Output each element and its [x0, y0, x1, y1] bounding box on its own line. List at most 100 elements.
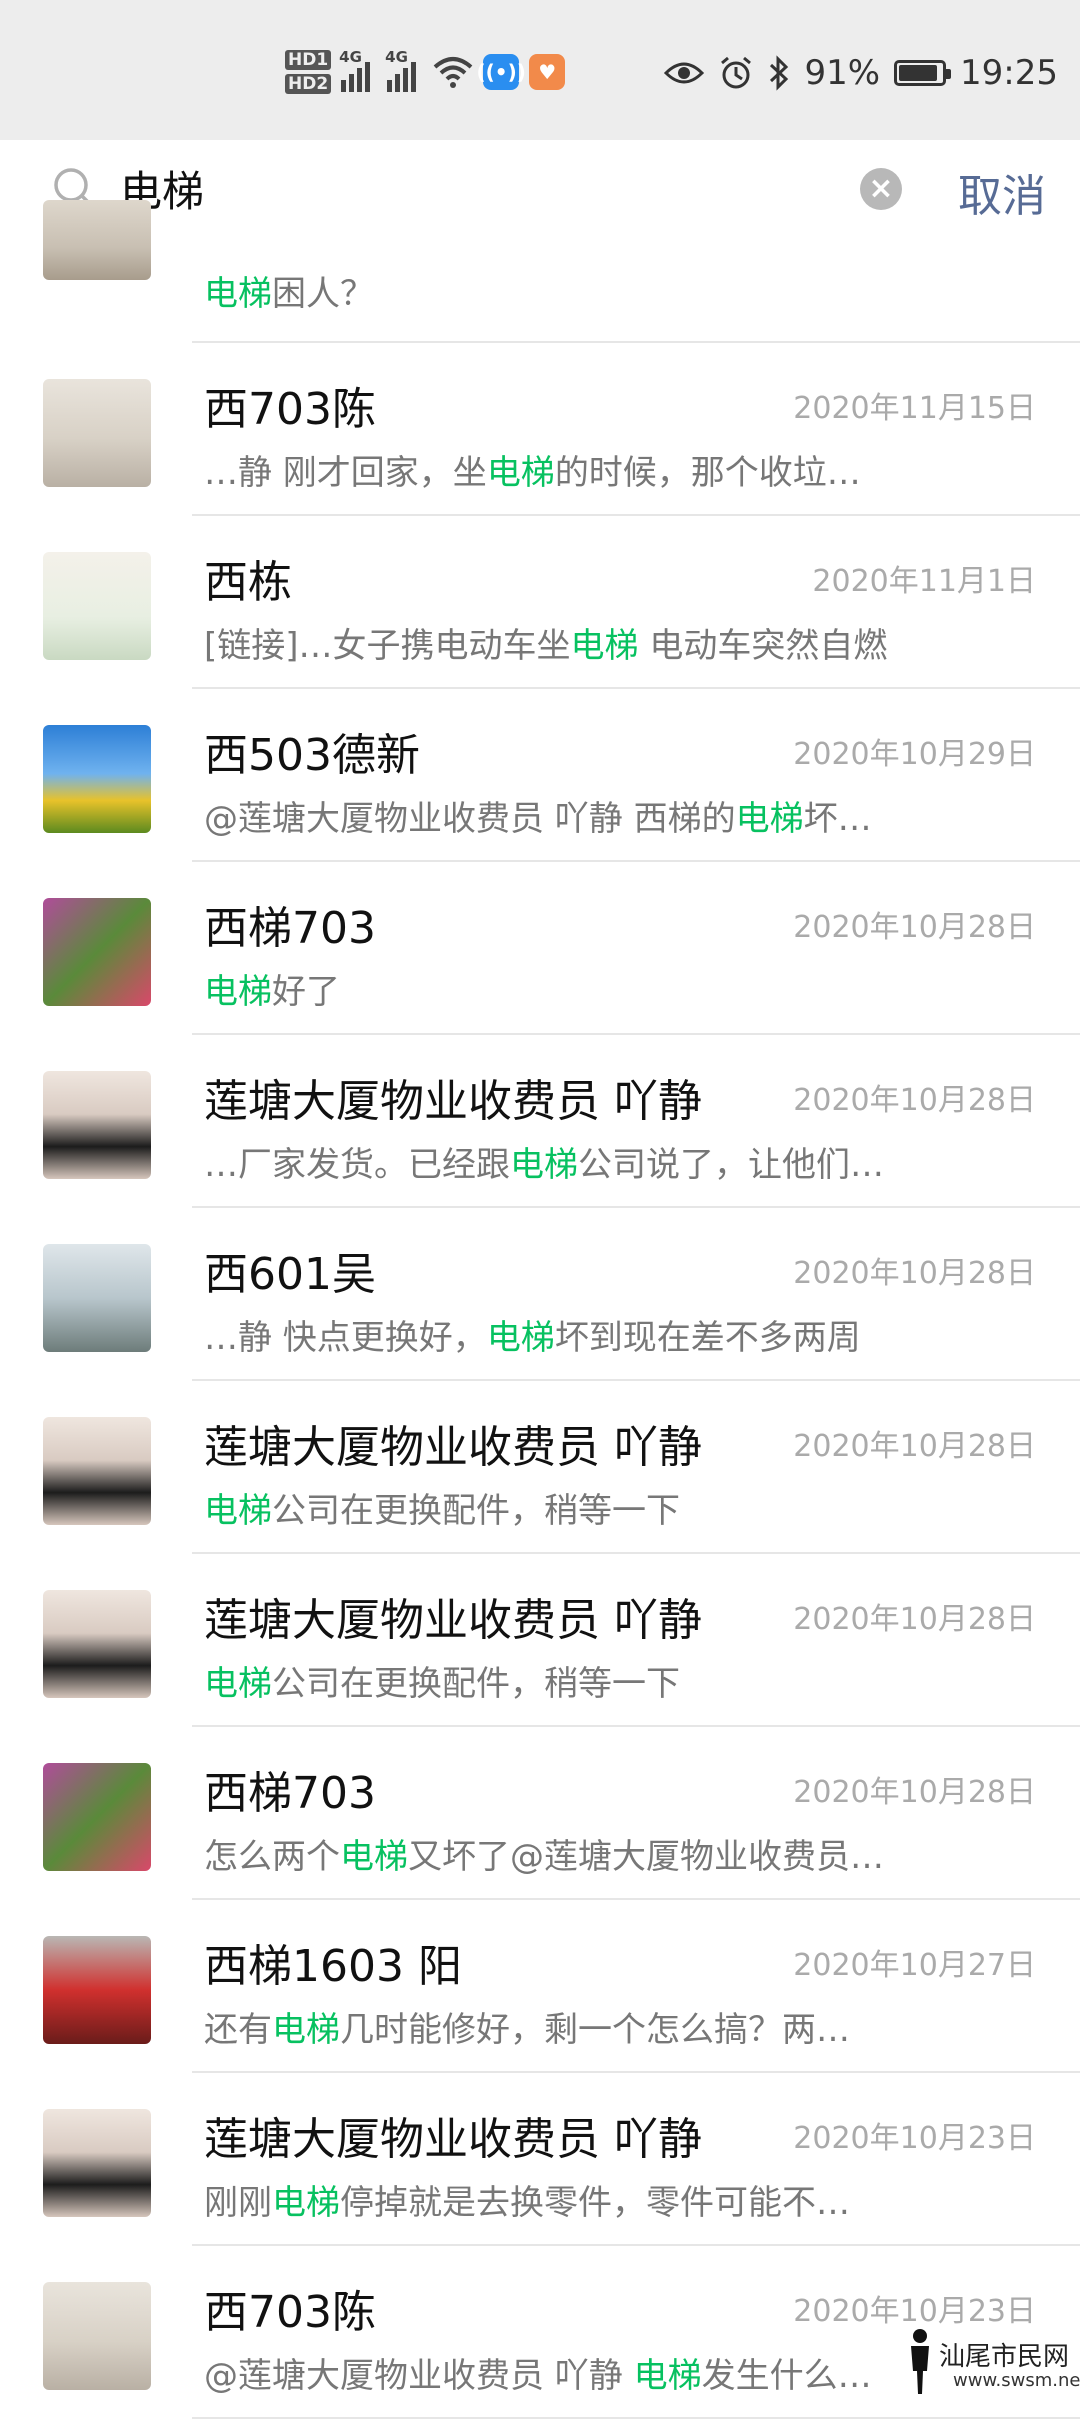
list-item[interactable]: 西栋 2020年11月1日 [链接]…女子携电动车坐电梯 电动车突然自燃: [0, 516, 1080, 689]
list-item[interactable]: 西601吴 2020年10月28日 …静 快点更换好，电梯坏到现在差不多两周: [0, 1208, 1080, 1381]
keyword-highlight: 电梯: [510, 1145, 578, 1185]
eye-icon: [664, 62, 705, 84]
search-results-list: 西703陈 2020年11月15日 …静 刚才回家，坐电梯的时候，那个收垃… 西栋 20…: [0, 343, 1080, 2419]
person-avatar-icon: [43, 2282, 151, 2390]
chat-title: 西栋: [204, 557, 292, 608]
list-item[interactable]: 西梯1603 阳 2020年10月27日还有电梯几时能修好，剩一个怎么搞？两…: [0, 1900, 1080, 2073]
message-date: 2020年10月28日: [793, 1602, 1036, 1637]
car-avatar-icon: [43, 1936, 151, 2044]
message-snippet: 怎么两个电梯又坏了@莲塘大厦物业收费员…: [204, 1837, 884, 1877]
message-date: 2020年10月28日: [793, 1775, 1036, 1810]
hotspot-app-icon: ((•)): [477, 54, 526, 90]
message-snippet: …厂家发货。已经跟电梯公司说了，让他们…: [204, 1145, 884, 1185]
message-date: 2020年10月29日: [793, 737, 1036, 772]
flowers-avatar-icon: [43, 1763, 151, 1871]
chat-title: 西703陈: [204, 2287, 376, 2338]
clear-search-button[interactable]: ×: [860, 168, 902, 210]
list-item[interactable]: 西703陈 2020年11月15日 …静 刚才回家，坐电梯的时候，那个收垃…: [0, 343, 1080, 516]
battery-fill: [899, 65, 937, 81]
chat-title: 莲塘大厦物业收费员 吖静: [204, 1422, 702, 1473]
alarm-icon: [721, 56, 752, 89]
message-snippet: 电梯公司在更换配件，稍等一下: [204, 1664, 680, 1704]
woman-avatar-icon: [43, 2109, 151, 2217]
message-date: 2020年10月28日: [793, 1429, 1036, 1464]
chat-title: 莲塘大厦物业收费员 吖静: [204, 2114, 702, 2165]
chat-title: 西503德新: [204, 730, 420, 781]
chat-title: 莲塘大厦物业收费员 吖静: [204, 1595, 702, 1646]
avatar: [43, 200, 151, 280]
battery-icon: [894, 60, 952, 86]
wifi-icon: [433, 57, 473, 88]
sunflower-avatar-icon: [43, 725, 151, 833]
cancel-button[interactable]: 取消: [958, 160, 1046, 224]
list-item[interactable]: 西503德新 2020年10月29日 @莲塘大厦物业收费员 吖静 西梯的电梯坏…: [0, 689, 1080, 862]
message-date: 2020年10月28日: [793, 1256, 1036, 1291]
clock: 19:25: [960, 53, 1058, 93]
keyword-highlight: 电梯: [204, 1664, 272, 1704]
message-snippet: 还有电梯几时能修好，剩一个怎么搞？两…: [204, 2010, 850, 2050]
beach-avatar-icon: [43, 1244, 151, 1352]
chat-title: 西梯703: [204, 903, 376, 954]
keyword-highlight: 电梯: [340, 1837, 408, 1877]
message-date: 2020年10月27日: [793, 1948, 1036, 1983]
person-silhouette-icon: [911, 2329, 929, 2394]
watermark-text: 汕尾市民网: [939, 2342, 1070, 2372]
message-date: 2020年11月15日: [793, 391, 1036, 426]
family-avatar-icon: [43, 552, 151, 660]
keyword-highlight: 电梯: [486, 1318, 555, 1358]
close-icon: ×: [868, 171, 894, 206]
message-snippet: @莲塘大厦物业收费员 吖静 西梯的电梯坏…: [204, 799, 872, 839]
message-snippet: 电梯困人？: [204, 274, 374, 314]
keyword-highlight: 电梯: [204, 274, 272, 314]
message-snippet: [链接]…女子携电动车坐电梯 电动车突然自燃: [204, 626, 888, 666]
message-date: 2020年10月28日: [793, 910, 1036, 945]
list-item[interactable]: 西梯703 2020年10月28日怎么两个电梯又坏了@莲塘大厦物业收费员…: [0, 1727, 1080, 1900]
message-date: 2020年10月23日: [793, 2121, 1036, 2156]
keyword-highlight: 电梯: [735, 799, 804, 839]
keyword-highlight: 电梯: [204, 972, 272, 1012]
list-item[interactable]: 莲塘大厦物业收费员 吖静 2020年10月23日刚刚电梯停掉就是去换零件，零件可能…: [0, 2073, 1080, 2246]
hd1-label: HD1: [285, 50, 332, 70]
message-date: 2020年10月23日: [793, 2294, 1036, 2329]
status-bar: HD1 HD2 4G 4G ((•)) ♥ 91% 19:25: [0, 0, 1080, 140]
keyword-highlight: 电梯: [633, 2356, 702, 2396]
list-item[interactable]: 莲塘大厦物业收费员 吖静 2020年10月28日电梯公司在更换配件，稍等一下: [0, 1554, 1080, 1727]
person-avatar-icon: [43, 379, 151, 487]
bluetooth-icon: [770, 55, 789, 91]
list-item[interactable]: 西梯703 2020年10月28日电梯好了: [0, 862, 1080, 1035]
list-item[interactable]: 莲塘大厦物业收费员 吖静 2020年10月28日电梯公司在更换配件，稍等一下: [0, 1381, 1080, 1554]
message-snippet: @莲塘大厦物业收费员 吖静 电梯发生什么…: [204, 2356, 872, 2396]
network-type-label-2: 4G: [385, 48, 408, 66]
hd-indicator: HD1 HD2: [285, 50, 332, 94]
chat-title: 西703陈: [204, 384, 376, 435]
message-snippet: 刚刚电梯停掉就是去换零件，零件可能不…: [204, 2183, 850, 2223]
woman-avatar-icon: [43, 1071, 151, 1179]
flowers-avatar-icon: [43, 898, 151, 1006]
watermark-url: www.swsm.net: [953, 2370, 1080, 2391]
woman-avatar-icon: [43, 1417, 151, 1525]
signal-icon: 4G: [339, 48, 377, 92]
list-item[interactable]: 莲塘大厦物业收费员 吖静 2020年10月28日 …厂家发货。已经跟电梯公司说了，让…: [0, 1035, 1080, 1208]
chat-title: 莲塘大厦物业收费员 吖静: [204, 1076, 702, 1127]
message-snippet: 电梯好了: [204, 972, 340, 1012]
chat-title: 西梯1603 阳: [204, 1941, 462, 1992]
chat-title: 西梯703: [204, 1768, 376, 1819]
signal-icon-2: 4G: [385, 48, 423, 92]
hd2-label: HD2: [285, 74, 332, 94]
search-bar[interactable]: ×: [32, 146, 924, 230]
health-app-icon: ♥: [529, 54, 566, 90]
watermark: 汕尾市民网 www.swsm.net: [905, 2326, 1080, 2396]
message-date: 2020年11月1日: [812, 564, 1036, 599]
message-date: 2020年10月28日: [793, 1083, 1036, 1118]
keyword-highlight: 电梯: [570, 626, 639, 666]
woman-avatar-icon: [43, 1590, 151, 1698]
network-type-label: 4G: [339, 48, 362, 66]
keyword-highlight: 电梯: [272, 2183, 340, 2223]
message-snippet: …静 刚才回家，坐电梯的时候，那个收垃…: [204, 453, 861, 493]
list-item-partial[interactable]: 电梯困人？: [0, 200, 1080, 343]
keyword-highlight: 电梯: [204, 1491, 272, 1531]
status-left: HD1 HD2 4G 4G ((•)) ♥: [285, 42, 566, 102]
status-right: 91% 19:25: [664, 48, 1058, 98]
search-input[interactable]: [120, 156, 860, 220]
message-snippet: 电梯公司在更换配件，稍等一下: [204, 1491, 680, 1531]
